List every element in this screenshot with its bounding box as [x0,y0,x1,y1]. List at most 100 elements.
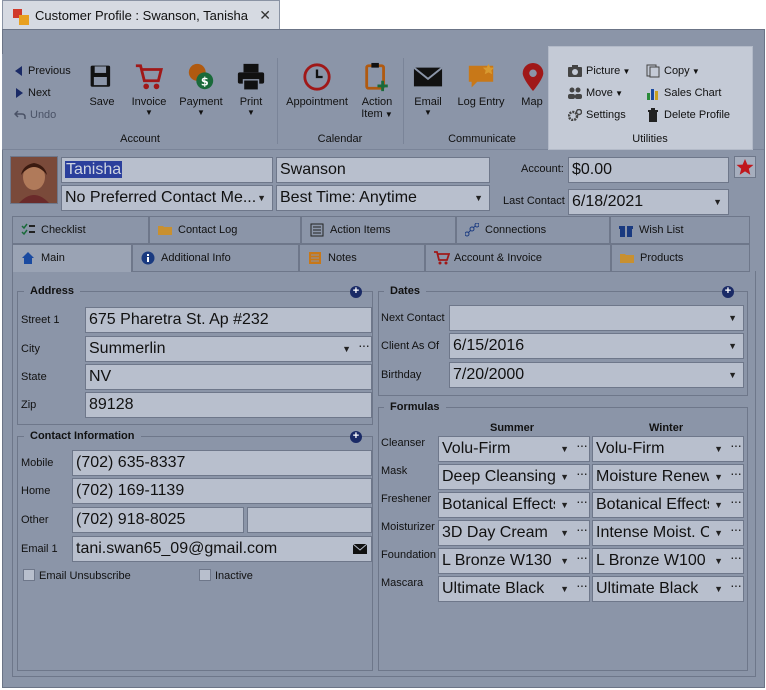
more-icon[interactable]: ··· [730,493,742,513]
street-field[interactable]: 675 Pharetra St. Ap #232 [85,307,372,333]
last-contact-field[interactable]: 6/18/2021 ▼ [568,189,729,215]
sales-chart-button[interactable]: Sales Chart [646,85,721,101]
formula-summer-select[interactable]: Botanical Effects ▼ ··· [438,492,590,518]
formula-summer-select[interactable]: Ultimate Black ▼ ··· [438,576,590,602]
avatar-photo [11,157,57,203]
tab-wish-list[interactable]: Wish List [610,216,750,244]
mobile-field[interactable]: (702) 635-8337 [72,450,372,476]
formula-winter-select[interactable]: L Bronze W100 ▼ ··· [592,548,744,574]
folder-icon [620,254,634,263]
city-select[interactable]: Summerlin ▼ ··· [85,336,372,362]
tab-account-invoice[interactable]: Account & Invoice [425,244,611,272]
tab-additional-info[interactable]: Additional Info [132,244,299,272]
formula-summer-select[interactable]: L Bronze W130 ▼ ··· [438,548,590,574]
state-field[interactable]: NV [85,364,372,390]
payment-button[interactable]: $ Payment ▼ [177,62,225,117]
mobile-label: Mobile [21,457,54,469]
more-icon[interactable]: ··· [576,549,588,569]
add-contact-icon[interactable]: + [350,431,362,443]
action-item-button[interactable]: Action Item ▼ [358,62,396,121]
formula-winter-select[interactable]: Ultimate Black ▼ ··· [592,576,744,602]
more-icon[interactable]: ··· [576,465,588,485]
next-contact-field[interactable]: ▼ [449,305,744,331]
calendar-group-label: Calendar [317,133,363,145]
other-extra-field[interactable] [247,507,372,533]
formula-summer-select[interactable]: Volu-Firm ▼ ··· [438,436,590,462]
chevron-down-icon: ▼ [714,584,723,594]
undo-button[interactable]: Undo [13,107,56,123]
formula-label: Freshener [381,493,432,505]
map-button[interactable]: Map [518,62,546,108]
email-button[interactable]: Email ▼ [412,62,444,117]
previous-button[interactable]: Previous [14,63,71,79]
email-field[interactable]: tani.swan65_09@gmail.com [72,536,372,562]
notes-icon [309,252,321,264]
invoice-button[interactable]: Invoice ▼ [126,62,172,117]
add-date-icon[interactable]: + [722,286,734,298]
other-field[interactable]: (702) 918-8025 [72,507,244,533]
copy-button[interactable]: Copy ▼ [646,63,700,79]
chevron-down-icon: ▼ [728,370,737,380]
chevron-down-icon: ▼ [714,472,723,482]
log-entry-button[interactable]: Log Entry [455,62,507,108]
add-address-icon[interactable]: + [350,286,362,298]
close-icon[interactable]: ✕ [259,7,271,24]
tab-action-items[interactable]: Action Items [301,216,456,244]
formula-summer-select[interactable]: Deep Cleansing ▼ ··· [438,464,590,490]
tab-contact-log[interactable]: Contact Log [149,216,301,244]
document-tab[interactable]: Customer Profile : Swanson, Tanisha ✕ [2,0,280,30]
chevron-down-icon: ▼ [714,556,723,566]
formula-winter-select[interactable]: Intense Moist. C ▼ ··· [592,520,744,546]
clipboard-add-icon [365,62,388,92]
chevron-down-icon: ▼ [342,344,351,354]
more-icon[interactable]: ··· [576,521,588,541]
formula-label: Foundation [381,549,437,561]
home-field[interactable]: (702) 169-1139 [72,478,372,504]
next-button[interactable]: Next [14,85,51,101]
settings-button[interactable]: Settings [567,107,626,123]
more-icon[interactable]: ··· [576,437,588,457]
chevron-down-icon: ▼ [560,584,569,594]
tab-products[interactable]: Products [611,244,750,272]
tab-checklist[interactable]: Checklist [12,216,149,244]
favorite-button[interactable] [734,156,756,178]
more-icon[interactable]: ··· [576,493,588,513]
client-as-of-field[interactable]: 6/15/2016 ▼ [449,333,744,359]
svg-text:$: $ [201,75,209,88]
tab-main[interactable]: Main [12,244,132,272]
more-icon[interactable]: ··· [730,521,742,541]
zip-field[interactable]: 89128 [85,392,372,418]
avatar[interactable] [10,156,58,204]
formula-summer-select[interactable]: 3D Day Cream ▼ ··· [438,520,590,546]
move-button[interactable]: Move ▼ [568,85,623,101]
chevron-down-icon: ▼ [257,193,266,203]
delete-profile-button[interactable]: Delete Profile [646,107,730,123]
email-unsubscribe-checkbox[interactable] [23,569,35,581]
formula-winter-select[interactable]: Volu-Firm ▼ ··· [592,436,744,462]
formula-label: Moisturizer [381,521,435,533]
more-icon[interactable]: ··· [358,337,370,357]
picture-button[interactable]: Picture ▼ [568,63,630,79]
last-name-field[interactable]: Swanson [276,157,490,183]
appointment-button[interactable]: Appointment [284,62,350,108]
more-icon[interactable]: ··· [730,577,742,597]
home-label: Home [21,485,51,497]
envelope-icon[interactable] [353,544,367,554]
inactive-checkbox[interactable] [199,569,211,581]
tab-connections[interactable]: Connections [456,216,610,244]
formula-label: Mask [381,465,408,477]
print-button[interactable]: Print ▼ [234,62,268,117]
more-icon[interactable]: ··· [730,465,742,485]
more-icon[interactable]: ··· [730,437,742,457]
formula-winter-select[interactable]: Botanical Effects ▼ ··· [592,492,744,518]
chevron-down-icon: ▼ [474,193,483,203]
more-icon[interactable]: ··· [576,577,588,597]
more-icon[interactable]: ··· [730,549,742,569]
birthday-field[interactable]: 7/20/2000 ▼ [449,362,744,388]
tab-notes[interactable]: Notes [299,244,425,272]
first-name-field[interactable]: Tanisha [61,157,273,183]
save-button[interactable]: Save [86,62,118,108]
preferred-contact-select[interactable]: No Preferred Contact Me... ▼ [61,185,273,211]
formula-winter-select[interactable]: Moisture Renew ▼ ··· [592,464,744,490]
best-time-select[interactable]: Best Time: Anytime ▼ [276,185,490,211]
